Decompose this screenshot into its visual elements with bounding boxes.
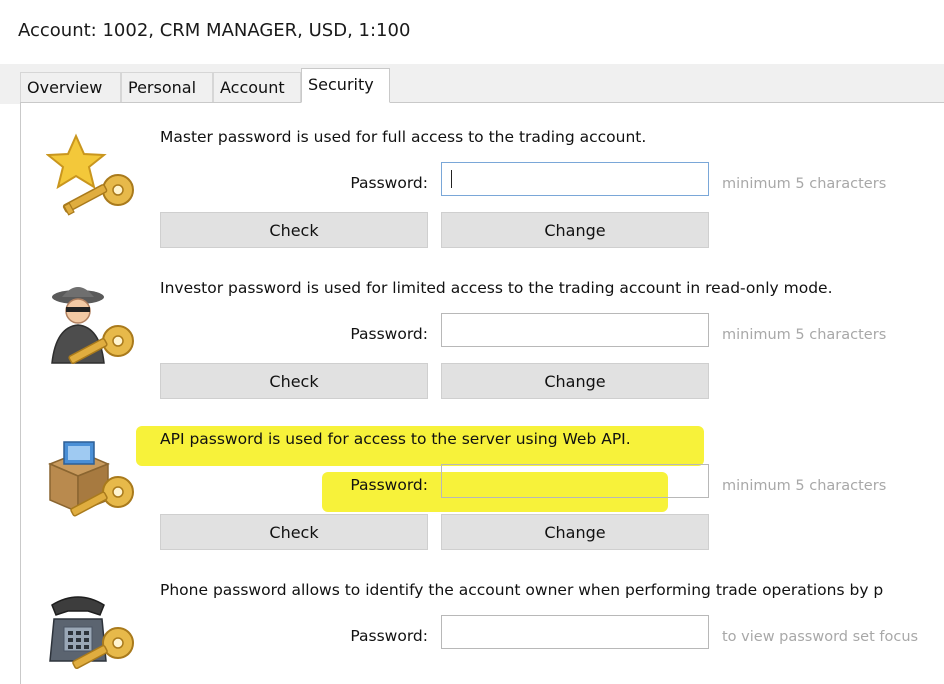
api-password-input[interactable] bbox=[441, 464, 709, 498]
investor-check-button[interactable]: Check bbox=[160, 363, 428, 399]
investor-password-section: Investor password is used for limited ac… bbox=[0, 271, 944, 422]
api-password-label: Password: bbox=[350, 476, 428, 494]
box-key-icon bbox=[46, 434, 142, 524]
master-change-button[interactable]: Change bbox=[441, 212, 709, 248]
window-title: Account: 1002, CRM MANAGER, USD, 1:100 bbox=[18, 20, 411, 41]
tab-account[interactable]: Account bbox=[213, 72, 301, 102]
tab-security[interactable]: Security bbox=[301, 68, 390, 103]
master-password-input[interactable] bbox=[441, 162, 709, 196]
phone-key-icon bbox=[46, 585, 142, 675]
master-password-section: Master password is used for full access … bbox=[0, 120, 944, 271]
phone-password-description: Phone password allows to identify the ac… bbox=[160, 581, 884, 599]
tab-personal[interactable]: Personal bbox=[121, 72, 213, 102]
investor-change-button[interactable]: Change bbox=[441, 363, 709, 399]
api-check-button[interactable]: Check bbox=[160, 514, 428, 550]
phone-password-label: Password: bbox=[350, 627, 428, 645]
api-change-button[interactable]: Change bbox=[441, 514, 709, 550]
investor-password-hint: minimum 5 characters bbox=[722, 327, 887, 343]
investor-password-input[interactable] bbox=[441, 313, 709, 347]
master-password-hint: minimum 5 characters bbox=[722, 176, 887, 192]
investor-password-label: Password: bbox=[350, 325, 428, 343]
phone-password-hint: to view password set focus bbox=[722, 629, 919, 645]
api-password-hint: minimum 5 characters bbox=[722, 478, 887, 494]
star-key-icon bbox=[45, 132, 142, 222]
investor-password-description: Investor password is used for limited ac… bbox=[160, 279, 833, 297]
window-titlebar: Account: 1002, CRM MANAGER, USD, 1:100 bbox=[0, 0, 944, 65]
master-check-button[interactable]: Check bbox=[160, 212, 428, 248]
phone-password-section: Phone password allows to identify the ac… bbox=[0, 573, 944, 684]
phone-password-input[interactable] bbox=[441, 615, 709, 649]
master-password-label: Password: bbox=[350, 174, 428, 192]
spy-key-icon bbox=[46, 283, 142, 373]
master-password-description: Master password is used for full access … bbox=[160, 128, 647, 146]
api-password-description: API password is used for access to the s… bbox=[160, 430, 631, 448]
api-password-section: API password is used for access to the s… bbox=[0, 422, 944, 573]
text-caret bbox=[451, 170, 452, 188]
tab-overview[interactable]: Overview bbox=[20, 72, 121, 102]
